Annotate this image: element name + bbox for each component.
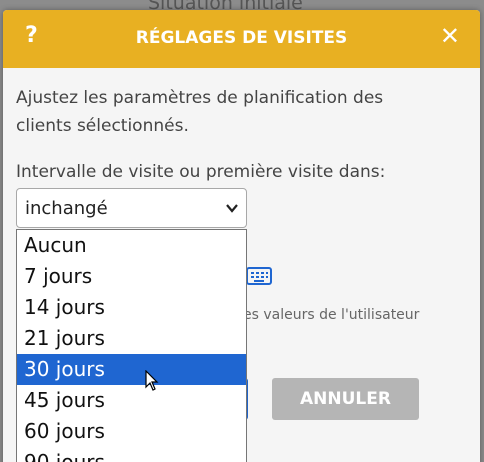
dropdown-option[interactable]: 45 jours: [17, 385, 246, 416]
dropdown-option-highlighted[interactable]: 30 jours: [17, 354, 246, 385]
interval-select-value: inchangé: [25, 198, 108, 219]
interval-dropdown-list: Aucun 7 jours 14 jours 21 jours 30 jours…: [16, 229, 247, 462]
chevron-down-icon: [226, 204, 238, 213]
keyboard-icon[interactable]: [246, 266, 272, 286]
dropdown-option[interactable]: 90 jours: [17, 447, 246, 462]
dialog-header: ? RÉGLAGES DE VISITES ✕: [3, 10, 480, 68]
dropdown-option[interactable]: Aucun: [17, 230, 246, 261]
dropdown-option[interactable]: 60 jours: [17, 416, 246, 447]
close-icon[interactable]: ✕: [440, 24, 460, 48]
dropdown-option[interactable]: 7 jours: [17, 261, 246, 292]
dialog-description: Ajustez les paramètres de planification …: [16, 88, 384, 136]
dropdown-option[interactable]: 21 jours: [17, 323, 246, 354]
dialog-title: RÉGLAGES DE VISITES: [135, 28, 348, 48]
cancel-button[interactable]: ANNULER: [272, 378, 419, 420]
dropdown-option[interactable]: 14 jours: [17, 292, 246, 323]
interval-select[interactable]: inchangé: [16, 188, 247, 228]
interval-label: Intervalle de visite ou première visite …: [16, 162, 386, 182]
user-values-text: es valeurs de l'utilisateur: [243, 307, 420, 323]
mouse-cursor-icon: [145, 370, 159, 391]
